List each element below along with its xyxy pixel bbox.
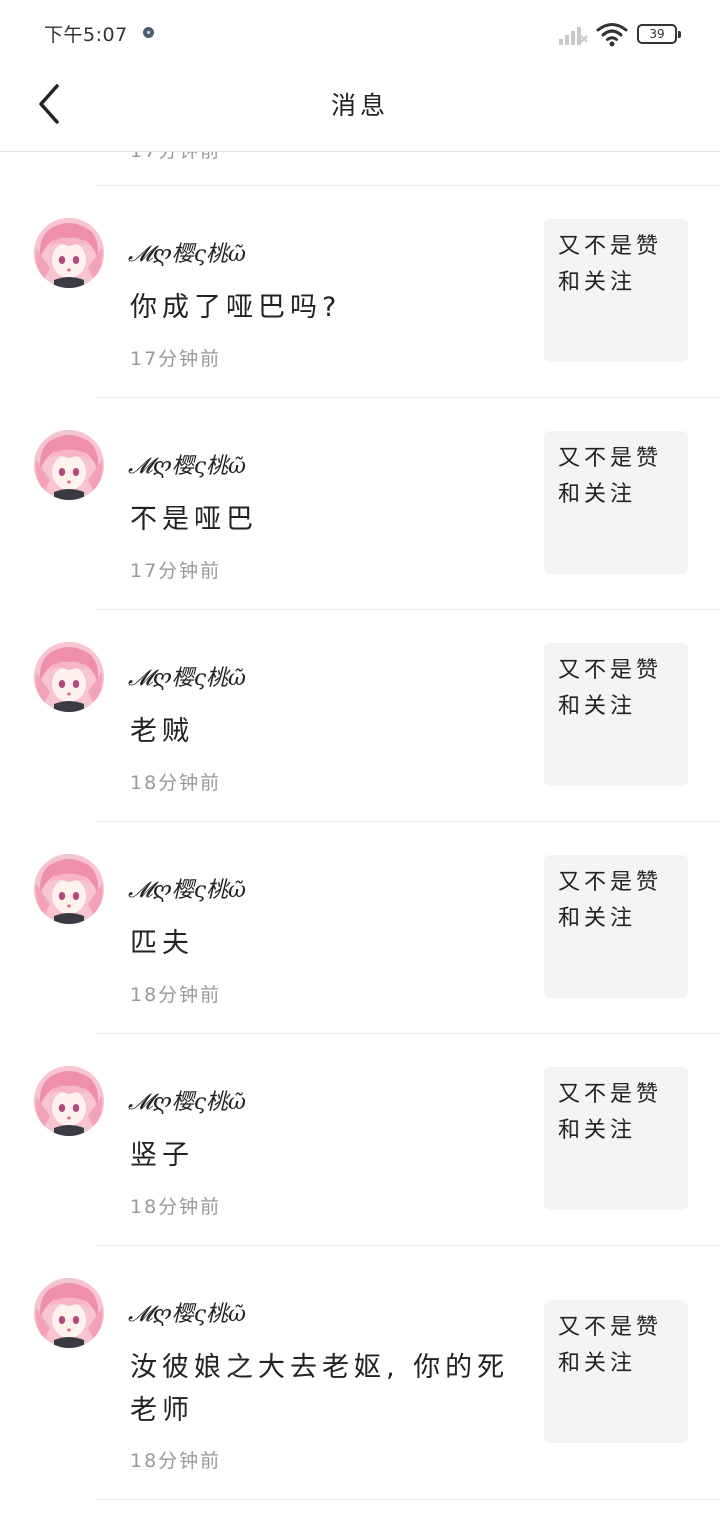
message-item[interactable]: 𝓜ღ樱ς桃ῶ 老贼 18分钟前 又不是赞和关注 xyxy=(0,610,720,822)
username[interactable]: 𝓜ღ樱ς桃ῶ xyxy=(128,872,246,904)
post-thumbnail[interactable]: 又不是赞和关注 xyxy=(544,1067,688,1210)
message-text: 老贼 xyxy=(130,716,194,747)
message-item[interactable]: 𝓜ღ樱ς桃ῶ 竖子 18分钟前 又不是赞和关注 xyxy=(0,1034,720,1246)
message-item[interactable]: 𝓜ღ樱ς桃ῶ 匹夫 18分钟前 又不是赞和关注 xyxy=(0,822,720,1034)
username[interactable]: 𝓜ღ樱ς桃ῶ xyxy=(128,448,246,480)
message-text: 汝彼娘之大去老妪, 你的死老师 xyxy=(130,1352,510,1426)
message-time: 17分钟前 xyxy=(130,348,222,370)
message-text: 匹夫 xyxy=(130,928,194,959)
post-thumbnail[interactable]: 又不是赞和关注 xyxy=(544,219,688,362)
post-thumbnail[interactable]: 又不是赞和关注 xyxy=(544,431,688,574)
avatar[interactable] xyxy=(34,430,104,500)
message-time: 18分钟前 xyxy=(130,772,222,794)
avatar[interactable] xyxy=(34,854,104,924)
post-thumbnail[interactable]: 又不是赞和关注 xyxy=(544,1300,688,1443)
post-thumbnail[interactable]: 又不是赞和关注 xyxy=(544,643,688,786)
signal-icon xyxy=(559,27,588,45)
message-text: 不是哑巴 xyxy=(130,504,258,535)
username[interactable]: 𝓜ღ樱ς桃ῶ xyxy=(128,1084,246,1116)
message-text: 你成了哑巴吗? xyxy=(130,292,342,323)
message-time: 17分钟前 xyxy=(130,560,222,582)
notification-dot-icon xyxy=(143,27,154,38)
username[interactable]: 𝓜ღ樱ς桃ῶ xyxy=(128,1296,246,1328)
username[interactable]: 𝓜ღ樱ς桃ῶ xyxy=(128,660,246,692)
message-text: 竖子 xyxy=(130,1140,194,1171)
battery-icon: 39 xyxy=(637,24,681,44)
message-time: 18分钟前 xyxy=(130,1196,222,1218)
avatar[interactable] xyxy=(34,1278,104,1348)
username[interactable]: 𝓜ღ樱ς桃ῶ xyxy=(128,236,246,268)
wifi-icon xyxy=(596,23,628,47)
message-item[interactable]: 𝓜ღ樱ς桃ῶ 汝彼娘之大去老妪, 你的死老师 18分钟前 又不是赞和关注 xyxy=(0,1246,720,1500)
message-list: 𝓜ღ樱ς桃ῶ 你成了哑巴吗? 17分钟前 又不是赞和关注 𝓜ღ樱ς桃ῶ 不是哑巴 17分钟前… xyxy=(0,186,720,1500)
avatar[interactable] xyxy=(34,1066,104,1136)
page-title: 消息 xyxy=(330,91,389,120)
avatar[interactable] xyxy=(34,218,104,288)
message-item[interactable]: 𝓜ღ樱ς桃ῶ 不是哑巴 17分钟前 又不是赞和关注 xyxy=(0,398,720,610)
avatar[interactable] xyxy=(34,642,104,712)
status-time: 下午5:07 xyxy=(44,24,128,46)
header-bar: 消息 xyxy=(0,68,720,152)
message-time: 18分钟前 xyxy=(130,1450,222,1472)
post-thumbnail[interactable]: 又不是赞和关注 xyxy=(544,855,688,998)
message-time: 18分钟前 xyxy=(130,984,222,1006)
status-bar: 下午5:07 39 xyxy=(0,0,720,68)
battery-level: 39 xyxy=(649,27,665,41)
message-item[interactable]: 𝓜ღ樱ς桃ῶ 你成了哑巴吗? 17分钟前 又不是赞和关注 xyxy=(0,186,720,398)
